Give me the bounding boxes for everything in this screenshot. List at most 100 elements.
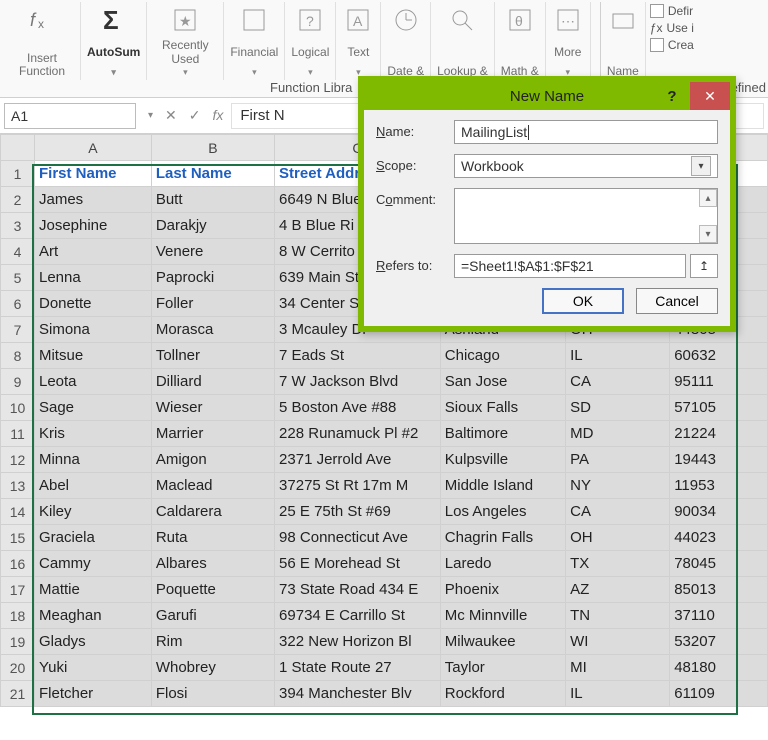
chevron-down-icon[interactable]: ▾ xyxy=(252,67,257,78)
cancel-icon[interactable]: ✕ xyxy=(165,107,177,124)
cell[interactable]: 78045 xyxy=(670,551,768,577)
cell[interactable]: Albares xyxy=(151,551,274,577)
cell[interactable]: AZ xyxy=(566,577,670,603)
row-number[interactable]: 2 xyxy=(1,187,35,213)
cell[interactable]: 37110 xyxy=(670,603,768,629)
row-number[interactable]: 21 xyxy=(1,681,35,707)
cell[interactable]: Fletcher xyxy=(34,681,151,707)
cell[interactable]: Laredo xyxy=(440,551,565,577)
cell[interactable]: TN xyxy=(566,603,670,629)
cell[interactable]: Rockford xyxy=(440,681,565,707)
cell[interactable]: 5 Boston Ave #88 xyxy=(275,395,441,421)
cell[interactable]: James xyxy=(34,187,151,213)
cell[interactable]: Wieser xyxy=(151,395,274,421)
cell[interactable]: Butt xyxy=(151,187,274,213)
cell[interactable]: WI xyxy=(566,629,670,655)
chevron-down-icon[interactable]: ▾ xyxy=(111,67,116,78)
cell[interactable]: Venere xyxy=(151,239,274,265)
cell[interactable]: 228 Runamuck Pl #2 xyxy=(275,421,441,447)
cell[interactable]: Rim xyxy=(151,629,274,655)
refers-to-input[interactable]: =Sheet1!$A$1:$F$21 xyxy=(454,254,686,278)
select-all-corner[interactable] xyxy=(1,135,35,161)
cell[interactable]: Whobrey xyxy=(151,655,274,681)
scroll-down-icon[interactable]: ▾ xyxy=(699,225,717,243)
cell[interactable]: Marrier xyxy=(151,421,274,447)
cell[interactable]: Foller xyxy=(151,291,274,317)
cell[interactable]: IL xyxy=(566,681,670,707)
cell[interactable]: 69734 E Carrillo St xyxy=(275,603,441,629)
cell[interactable]: San Jose xyxy=(440,369,565,395)
cell[interactable]: MD xyxy=(566,421,670,447)
cell[interactable]: Taylor xyxy=(440,655,565,681)
row-number[interactable]: 4 xyxy=(1,239,35,265)
cell[interactable]: 56 E Morehead St xyxy=(275,551,441,577)
cell[interactable]: NY xyxy=(566,473,670,499)
row-number[interactable]: 16 xyxy=(1,551,35,577)
cell[interactable]: Flosi xyxy=(151,681,274,707)
ribbon-lookup[interactable]: Lookup & xyxy=(431,2,495,80)
cell[interactable]: 1 State Route 27 xyxy=(275,655,441,681)
cell[interactable]: 394 Manchester Blv xyxy=(275,681,441,707)
help-button[interactable]: ? xyxy=(654,82,690,110)
cell[interactable]: Middle Island xyxy=(440,473,565,499)
row-number[interactable]: 9 xyxy=(1,369,35,395)
cancel-button[interactable]: Cancel xyxy=(636,288,718,314)
cell[interactable]: Phoenix xyxy=(440,577,565,603)
cell[interactable]: Josephine xyxy=(34,213,151,239)
cell[interactable]: Sage xyxy=(34,395,151,421)
ok-button[interactable]: OK xyxy=(542,288,624,314)
cell[interactable]: Gladys xyxy=(34,629,151,655)
row-number[interactable]: 11 xyxy=(1,421,35,447)
header-cell[interactable]: First Name xyxy=(34,161,151,187)
define-name-button[interactable]: Defir xyxy=(650,4,694,18)
name-input[interactable]: MailingList xyxy=(454,120,718,144)
row-number[interactable]: 8 xyxy=(1,343,35,369)
cell[interactable]: Baltimore xyxy=(440,421,565,447)
cell[interactable]: Sioux Falls xyxy=(440,395,565,421)
cell[interactable]: 44023 xyxy=(670,525,768,551)
cell[interactable]: Chagrin Falls xyxy=(440,525,565,551)
cell[interactable]: 2371 Jerrold Ave xyxy=(275,447,441,473)
cell[interactable]: Poquette xyxy=(151,577,274,603)
range-selector-button[interactable]: ↥ xyxy=(690,254,718,278)
cell[interactable]: Graciela xyxy=(34,525,151,551)
cell[interactable]: Maclead xyxy=(151,473,274,499)
chevron-down-icon[interactable]: ▾ xyxy=(308,67,313,78)
cell[interactable]: Kulpsville xyxy=(440,447,565,473)
cell[interactable]: 95111 xyxy=(670,369,768,395)
cell[interactable]: 7 Eads St xyxy=(275,343,441,369)
row-number[interactable]: 1 xyxy=(1,161,35,187)
cell[interactable]: CA xyxy=(566,499,670,525)
column-header[interactable]: B xyxy=(151,135,274,161)
cell[interactable]: Lenna xyxy=(34,265,151,291)
cell[interactable]: 53207 xyxy=(670,629,768,655)
row-number[interactable]: 3 xyxy=(1,213,35,239)
cell[interactable]: Garufi xyxy=(151,603,274,629)
cell[interactable]: 98 Connecticut Ave xyxy=(275,525,441,551)
cell[interactable]: OH xyxy=(566,525,670,551)
cell[interactable]: Morasca xyxy=(151,317,274,343)
close-button[interactable]: ✕ xyxy=(690,82,730,110)
cell[interactable]: Kiley xyxy=(34,499,151,525)
cell[interactable]: Simona xyxy=(34,317,151,343)
row-number[interactable]: 5 xyxy=(1,265,35,291)
cell[interactable]: Meaghan xyxy=(34,603,151,629)
row-number[interactable]: 15 xyxy=(1,525,35,551)
cell[interactable]: Kris xyxy=(34,421,151,447)
ribbon-text[interactable]: A Text ▾ xyxy=(336,2,381,80)
ribbon-name-manager[interactable]: Name xyxy=(601,2,646,80)
cell[interactable]: 90034 xyxy=(670,499,768,525)
cell[interactable]: Leota xyxy=(34,369,151,395)
use-in-formula-button[interactable]: ƒxUse i xyxy=(650,21,694,35)
row-number[interactable]: 6 xyxy=(1,291,35,317)
cell[interactable]: Yuki xyxy=(34,655,151,681)
row-number[interactable]: 20 xyxy=(1,655,35,681)
row-number[interactable]: 10 xyxy=(1,395,35,421)
fx-icon[interactable]: fx xyxy=(213,107,224,124)
cell[interactable]: Dilliard xyxy=(151,369,274,395)
cell[interactable]: Amigon xyxy=(151,447,274,473)
cell[interactable]: 19443 xyxy=(670,447,768,473)
cell[interactable]: Abel xyxy=(34,473,151,499)
cell[interactable]: Chicago xyxy=(440,343,565,369)
ribbon-math[interactable]: θ Math & xyxy=(495,2,546,80)
